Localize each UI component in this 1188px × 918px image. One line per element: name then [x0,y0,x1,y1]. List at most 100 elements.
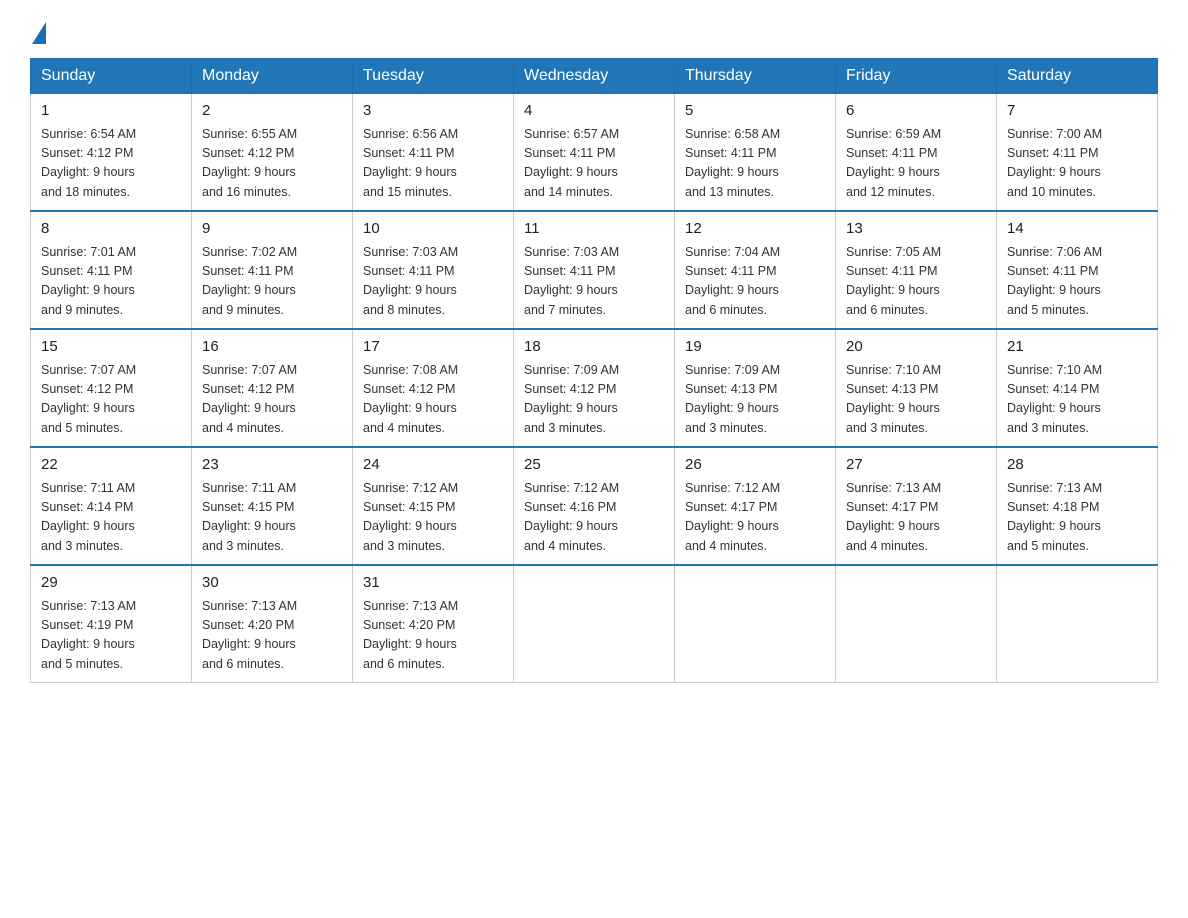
calendar-cell [675,565,836,683]
calendar-week-row: 22Sunrise: 7:11 AMSunset: 4:14 PMDayligh… [31,447,1158,565]
weekday-header-thursday: Thursday [675,59,836,94]
weekday-header-friday: Friday [836,59,997,94]
calendar-header: SundayMondayTuesdayWednesdayThursdayFrid… [31,59,1158,94]
day-number: 31 [363,572,503,595]
day-number: 25 [524,454,664,477]
calendar-week-row: 15Sunrise: 7:07 AMSunset: 4:12 PMDayligh… [31,329,1158,447]
calendar-cell: 7Sunrise: 7:00 AMSunset: 4:11 PMDaylight… [997,94,1158,212]
calendar-cell [997,565,1158,683]
day-number: 28 [1007,454,1147,477]
day-number: 7 [1007,100,1147,123]
calendar-cell: 23Sunrise: 7:11 AMSunset: 4:15 PMDayligh… [192,447,353,565]
day-info: Sunrise: 6:55 AMSunset: 4:12 PMDaylight:… [202,125,342,203]
calendar-cell: 21Sunrise: 7:10 AMSunset: 4:14 PMDayligh… [997,329,1158,447]
calendar-cell: 19Sunrise: 7:09 AMSunset: 4:13 PMDayligh… [675,329,836,447]
day-info: Sunrise: 7:04 AMSunset: 4:11 PMDaylight:… [685,243,825,321]
day-info: Sunrise: 6:59 AMSunset: 4:11 PMDaylight:… [846,125,986,203]
day-number: 16 [202,336,342,359]
day-info: Sunrise: 7:09 AMSunset: 4:13 PMDaylight:… [685,361,825,439]
day-number: 23 [202,454,342,477]
day-info: Sunrise: 7:10 AMSunset: 4:13 PMDaylight:… [846,361,986,439]
calendar-cell: 27Sunrise: 7:13 AMSunset: 4:17 PMDayligh… [836,447,997,565]
day-number: 15 [41,336,181,359]
day-info: Sunrise: 7:07 AMSunset: 4:12 PMDaylight:… [41,361,181,439]
day-info: Sunrise: 7:11 AMSunset: 4:15 PMDaylight:… [202,479,342,557]
weekday-header-wednesday: Wednesday [514,59,675,94]
day-number: 3 [363,100,503,123]
day-number: 1 [41,100,181,123]
day-number: 29 [41,572,181,595]
calendar-cell: 14Sunrise: 7:06 AMSunset: 4:11 PMDayligh… [997,211,1158,329]
day-number: 13 [846,218,986,241]
calendar-cell: 31Sunrise: 7:13 AMSunset: 4:20 PMDayligh… [353,565,514,683]
day-info: Sunrise: 7:12 AMSunset: 4:16 PMDaylight:… [524,479,664,557]
calendar-cell: 2Sunrise: 6:55 AMSunset: 4:12 PMDaylight… [192,94,353,212]
day-number: 18 [524,336,664,359]
day-info: Sunrise: 6:57 AMSunset: 4:11 PMDaylight:… [524,125,664,203]
day-info: Sunrise: 6:54 AMSunset: 4:12 PMDaylight:… [41,125,181,203]
calendar-week-row: 29Sunrise: 7:13 AMSunset: 4:19 PMDayligh… [31,565,1158,683]
day-number: 10 [363,218,503,241]
day-info: Sunrise: 7:12 AMSunset: 4:17 PMDaylight:… [685,479,825,557]
day-number: 24 [363,454,503,477]
calendar-cell: 25Sunrise: 7:12 AMSunset: 4:16 PMDayligh… [514,447,675,565]
day-number: 6 [846,100,986,123]
calendar-week-row: 1Sunrise: 6:54 AMSunset: 4:12 PMDaylight… [31,94,1158,212]
calendar-cell: 3Sunrise: 6:56 AMSunset: 4:11 PMDaylight… [353,94,514,212]
calendar-cell [514,565,675,683]
calendar-cell: 22Sunrise: 7:11 AMSunset: 4:14 PMDayligh… [31,447,192,565]
day-number: 17 [363,336,503,359]
day-number: 21 [1007,336,1147,359]
day-info: Sunrise: 7:03 AMSunset: 4:11 PMDaylight:… [524,243,664,321]
day-info: Sunrise: 7:02 AMSunset: 4:11 PMDaylight:… [202,243,342,321]
day-info: Sunrise: 7:13 AMSunset: 4:18 PMDaylight:… [1007,479,1147,557]
calendar-cell: 11Sunrise: 7:03 AMSunset: 4:11 PMDayligh… [514,211,675,329]
day-info: Sunrise: 7:05 AMSunset: 4:11 PMDaylight:… [846,243,986,321]
day-number: 26 [685,454,825,477]
weekday-header-monday: Monday [192,59,353,94]
weekday-header-row: SundayMondayTuesdayWednesdayThursdayFrid… [31,59,1158,94]
day-info: Sunrise: 7:13 AMSunset: 4:17 PMDaylight:… [846,479,986,557]
weekday-header-saturday: Saturday [997,59,1158,94]
day-number: 22 [41,454,181,477]
calendar-cell: 10Sunrise: 7:03 AMSunset: 4:11 PMDayligh… [353,211,514,329]
day-info: Sunrise: 7:07 AMSunset: 4:12 PMDaylight:… [202,361,342,439]
day-number: 8 [41,218,181,241]
calendar-cell: 15Sunrise: 7:07 AMSunset: 4:12 PMDayligh… [31,329,192,447]
calendar-cell: 24Sunrise: 7:12 AMSunset: 4:15 PMDayligh… [353,447,514,565]
calendar-cell: 4Sunrise: 6:57 AMSunset: 4:11 PMDaylight… [514,94,675,212]
day-info: Sunrise: 7:12 AMSunset: 4:15 PMDaylight:… [363,479,503,557]
day-info: Sunrise: 7:03 AMSunset: 4:11 PMDaylight:… [363,243,503,321]
calendar-cell: 17Sunrise: 7:08 AMSunset: 4:12 PMDayligh… [353,329,514,447]
calendar-table: SundayMondayTuesdayWednesdayThursdayFrid… [30,58,1158,683]
calendar-body: 1Sunrise: 6:54 AMSunset: 4:12 PMDaylight… [31,94,1158,683]
calendar-week-row: 8Sunrise: 7:01 AMSunset: 4:11 PMDaylight… [31,211,1158,329]
calendar-cell: 6Sunrise: 6:59 AMSunset: 4:11 PMDaylight… [836,94,997,212]
day-info: Sunrise: 7:00 AMSunset: 4:11 PMDaylight:… [1007,125,1147,203]
calendar-cell: 12Sunrise: 7:04 AMSunset: 4:11 PMDayligh… [675,211,836,329]
weekday-header-sunday: Sunday [31,59,192,94]
calendar-cell: 30Sunrise: 7:13 AMSunset: 4:20 PMDayligh… [192,565,353,683]
day-number: 9 [202,218,342,241]
day-number: 4 [524,100,664,123]
day-info: Sunrise: 7:13 AMSunset: 4:19 PMDaylight:… [41,597,181,675]
day-info: Sunrise: 7:13 AMSunset: 4:20 PMDaylight:… [363,597,503,675]
day-info: Sunrise: 7:01 AMSunset: 4:11 PMDaylight:… [41,243,181,321]
logo [30,20,46,40]
day-info: Sunrise: 6:58 AMSunset: 4:11 PMDaylight:… [685,125,825,203]
day-info: Sunrise: 7:13 AMSunset: 4:20 PMDaylight:… [202,597,342,675]
day-info: Sunrise: 7:11 AMSunset: 4:14 PMDaylight:… [41,479,181,557]
calendar-cell: 8Sunrise: 7:01 AMSunset: 4:11 PMDaylight… [31,211,192,329]
day-number: 5 [685,100,825,123]
day-info: Sunrise: 6:56 AMSunset: 4:11 PMDaylight:… [363,125,503,203]
calendar-cell [836,565,997,683]
calendar-cell: 18Sunrise: 7:09 AMSunset: 4:12 PMDayligh… [514,329,675,447]
day-info: Sunrise: 7:09 AMSunset: 4:12 PMDaylight:… [524,361,664,439]
calendar-cell: 1Sunrise: 6:54 AMSunset: 4:12 PMDaylight… [31,94,192,212]
day-info: Sunrise: 7:08 AMSunset: 4:12 PMDaylight:… [363,361,503,439]
day-number: 20 [846,336,986,359]
day-number: 30 [202,572,342,595]
calendar-cell: 20Sunrise: 7:10 AMSunset: 4:13 PMDayligh… [836,329,997,447]
header [30,20,1158,40]
calendar-cell: 9Sunrise: 7:02 AMSunset: 4:11 PMDaylight… [192,211,353,329]
